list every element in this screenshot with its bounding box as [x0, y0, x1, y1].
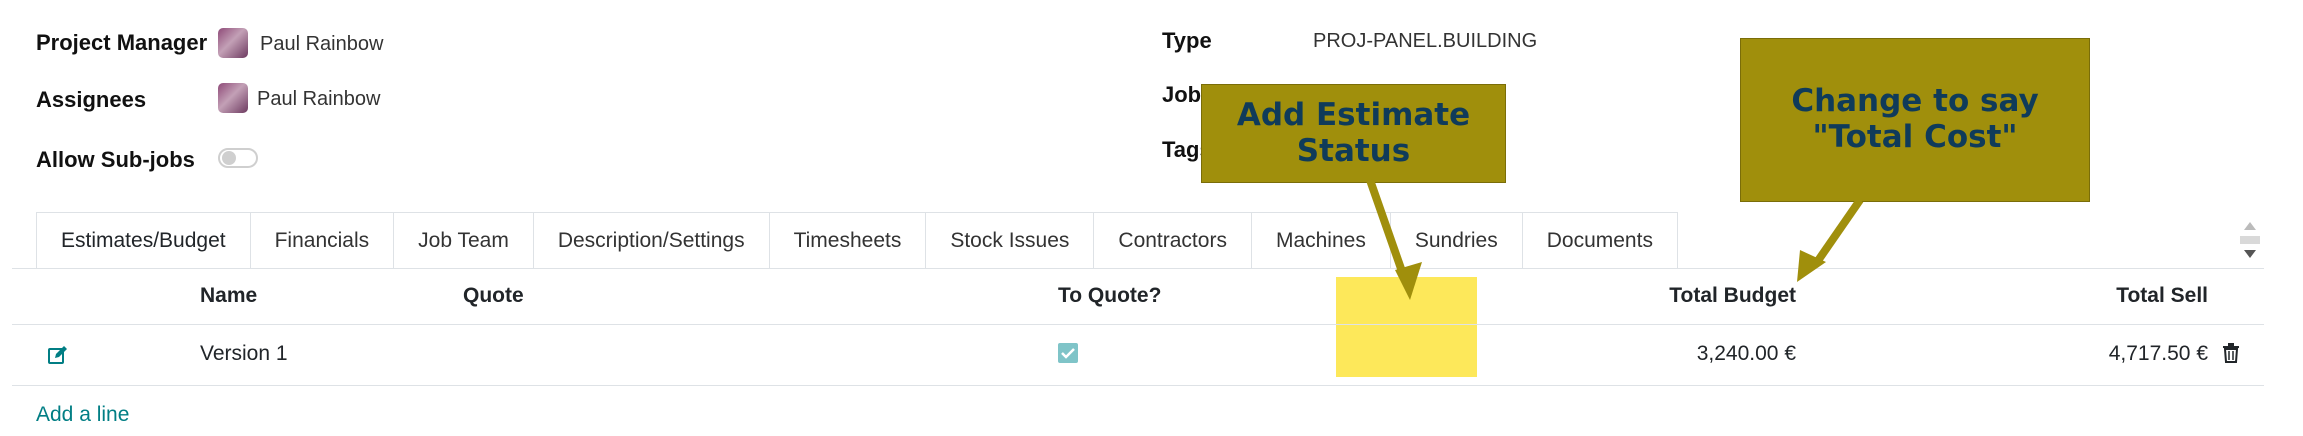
arrow-shaft-1 — [1366, 178, 1409, 282]
arrow-shaft-2 — [1811, 197, 1864, 268]
annotation-arrows — [1366, 178, 1864, 300]
